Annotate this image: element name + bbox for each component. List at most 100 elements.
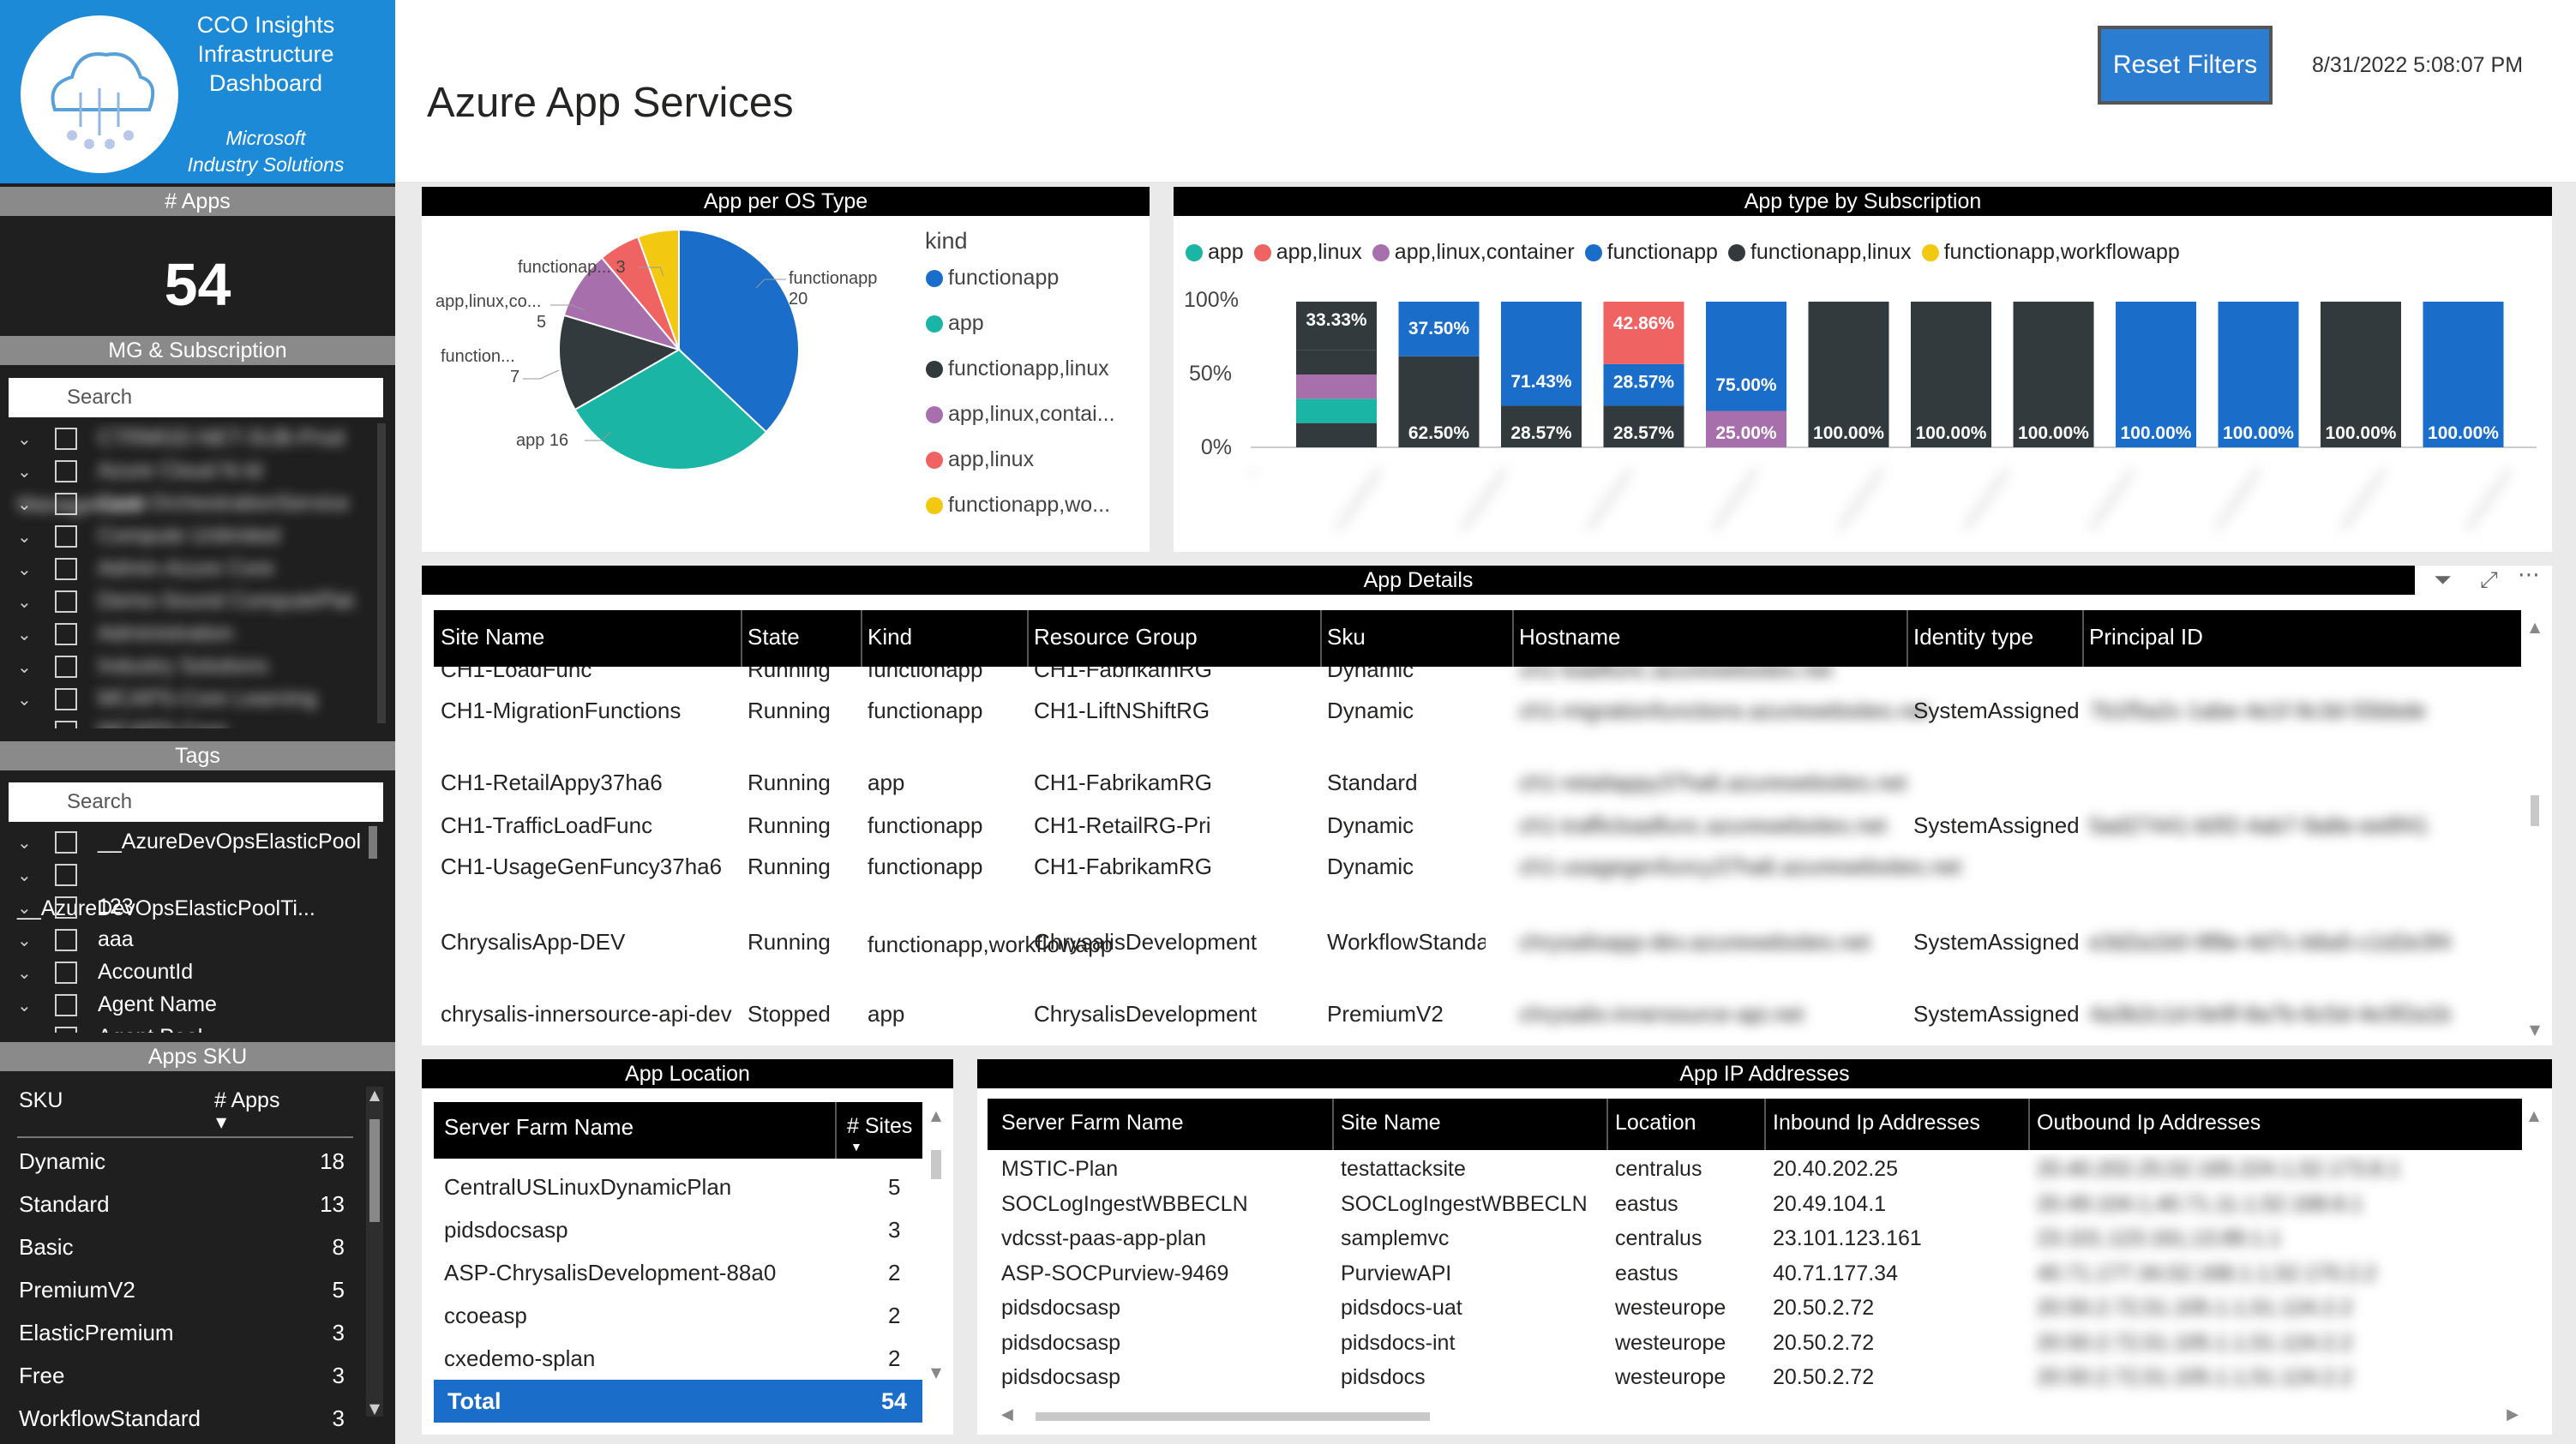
pie-legend-item[interactable]: functionapp xyxy=(926,266,1149,311)
tags-list[interactable]: ⌄ __AzureDevOpsElasticPool ⌄__AzureDevOpsE… xyxy=(0,825,395,1033)
server-farm-col-header[interactable]: Server Farm Name xyxy=(444,1114,633,1141)
tag-item[interactable]: ⌄ Agent Pool xyxy=(17,1021,377,1033)
column-divider[interactable] xyxy=(861,610,862,667)
table-row[interactable]: CH1-MigrationFunctions Running functionapp… xyxy=(422,689,2513,740)
column-divider[interactable] xyxy=(2082,610,2084,667)
chevron-down-icon[interactable]: ⌄ xyxy=(17,586,43,619)
column-header-principal-id[interactable]: Principal ID xyxy=(2089,624,2203,650)
mg-subscription-list[interactable]: ⌄ CTRMGD-NET-SUB-Prod ⌄ Azure Cloud N-Id Ma… xyxy=(0,422,395,728)
mg-subscription-item[interactable]: ⌄ Industry Solutions xyxy=(17,650,377,682)
chevron-down-icon[interactable]: ⌄ xyxy=(17,957,43,990)
table-row[interactable]: pidsdocsasp pidsdocs-int westeurope 20.50.2… xyxy=(977,1327,2520,1362)
sku-row[interactable]: PremiumV2 5 xyxy=(19,1268,345,1311)
mg-subscription-item[interactable]: ⌄ Compute Unlimited xyxy=(17,519,377,552)
column-divider[interactable] xyxy=(1512,610,1514,667)
table-row[interactable]: ccoeasp 2 xyxy=(422,1296,919,1339)
checkbox[interactable] xyxy=(55,1027,77,1033)
column-header-inbound-ip-addresses[interactable]: Inbound Ip Addresses xyxy=(1773,1111,1980,1135)
tag-item[interactable]: ⌄ Agent Name xyxy=(17,988,377,1021)
tag-item[interactable]: ⌄ AccountId xyxy=(17,956,377,988)
column-header-kind[interactable]: Kind xyxy=(868,624,912,650)
column-header-sku[interactable]: Sku xyxy=(1327,624,1366,650)
mg-subscription-item[interactable]: ⌄ Administration xyxy=(17,617,377,650)
details-scrollbar[interactable]: ▲ ▼ xyxy=(2526,619,2543,1039)
table-row[interactable]: ChrysalisApp-DEV Running functionapp,workf… xyxy=(422,920,2513,972)
column-divider[interactable] xyxy=(1606,1099,1608,1150)
mg-search-input[interactable]: Search xyxy=(9,378,383,417)
table-row[interactable]: ASP-SOCPurview-9469 PurviewAPI eastus 40.71… xyxy=(977,1258,2520,1292)
bar-segment[interactable] xyxy=(1296,422,1377,447)
column-header-site-name[interactable]: Site Name xyxy=(441,624,544,650)
checkbox[interactable] xyxy=(55,864,77,887)
table-row[interactable]: pidsdocsasp pidsdocs westeurope 20.50.2.72 2… xyxy=(977,1362,2520,1396)
table-row[interactable]: cxedemo-splan 2 xyxy=(422,1339,919,1381)
sku-row[interactable]: Free 3 xyxy=(19,1354,345,1397)
mg-scrollbar[interactable] xyxy=(377,423,386,723)
sku-row[interactable]: Standard 13 xyxy=(19,1183,345,1225)
chevron-down-icon[interactable]: ⌄ xyxy=(17,456,43,488)
checkbox[interactable] xyxy=(55,721,77,728)
checkbox[interactable] xyxy=(55,623,77,646)
sites-col-header[interactable]: # Sites xyxy=(847,1114,912,1139)
column-divider[interactable] xyxy=(1332,1099,1334,1150)
column-header-identity-type[interactable]: Identity type xyxy=(1913,624,2033,650)
sku-row[interactable]: ElasticPremium 3 xyxy=(19,1311,345,1354)
pie-legend-item[interactable]: app,linux,contai... xyxy=(926,402,1149,447)
column-header-outbound-ip-addresses[interactable]: Outbound Ip Addresses xyxy=(2037,1111,2261,1135)
bar-segment[interactable] xyxy=(1296,350,1377,374)
column-divider[interactable] xyxy=(1027,610,1029,667)
mg-subscription-item[interactable]: ⌄ MCAPS-Core xyxy=(17,715,377,728)
column-header-resource-group[interactable]: Resource Group xyxy=(1034,624,1198,650)
reset-filters-button[interactable]: Reset Filters xyxy=(2098,26,2273,105)
column-header-location[interactable]: Location xyxy=(1615,1111,1696,1135)
checkbox[interactable] xyxy=(55,688,77,711)
checkbox[interactable] xyxy=(55,831,77,854)
column-divider[interactable] xyxy=(741,610,742,667)
checkbox[interactable] xyxy=(55,558,77,581)
table-row[interactable]: CH1-UsageGenFuncy37ha6 Running functionapp… xyxy=(422,845,2513,896)
tag-item[interactable]: ⌄ 123 xyxy=(17,890,377,923)
chevron-down-icon[interactable]: ⌄ xyxy=(17,860,43,892)
checkbox[interactable] xyxy=(55,428,77,451)
column-divider[interactable] xyxy=(2028,1099,2030,1150)
chevron-down-icon[interactable]: ⌄ xyxy=(17,684,43,716)
table-row[interactable]: CentralUSLinuxDynamicPlan 5 xyxy=(422,1167,919,1210)
tags-scrollbar[interactable] xyxy=(369,826,377,859)
chevron-down-icon[interactable]: ⌄ xyxy=(17,488,43,521)
chevron-down-icon[interactable]: ⌄ xyxy=(17,554,43,586)
sku-row[interactable]: Dynamic 18 xyxy=(19,1140,345,1183)
chevron-down-icon[interactable]: ⌄ xyxy=(17,925,43,957)
tag-item[interactable]: ⌄ __AzureDevOpsElasticPool xyxy=(17,825,377,858)
tag-item[interactable]: ⌄ aaa xyxy=(17,923,377,956)
checkbox[interactable] xyxy=(55,525,77,548)
mg-subscription-item[interactable]: ⌄ Demo-Sound ComputePlat xyxy=(17,584,377,617)
chevron-down-icon[interactable]: ⌄ xyxy=(17,1022,43,1033)
column-divider[interactable] xyxy=(1906,610,1908,667)
column-header-site-name[interactable]: Site Name xyxy=(1341,1111,1441,1135)
sku-row[interactable]: Basic 8 xyxy=(19,1225,345,1268)
chevron-down-icon[interactable]: ⌄ xyxy=(17,619,43,651)
chevron-down-icon[interactable]: ⌄ xyxy=(17,990,43,1022)
location-scrollbar[interactable]: ▲ ▼ xyxy=(928,1107,945,1424)
column-header-server-farm-name[interactable]: Server Farm Name xyxy=(1001,1111,1184,1135)
ip-scrollbar[interactable]: ▲ xyxy=(2525,1107,2543,1390)
table-row[interactable]: pidsdocsasp pidsdocs-uat westeurope 20.50.2… xyxy=(977,1292,2520,1327)
table-row[interactable]: pidsdocsasp 3 xyxy=(422,1210,919,1253)
mg-subscription-item[interactable]: ⌄ Admin-Azure Core xyxy=(17,552,377,584)
checkbox[interactable] xyxy=(55,493,77,516)
table-row[interactable]: MSTIC-Plan testattacksite centralus 20.40.2… xyxy=(977,1153,2520,1188)
mg-subscription-item[interactable]: ⌄ Cust-OrchestrationService xyxy=(17,487,377,519)
pie-legend-item[interactable]: functionapp,linux xyxy=(926,357,1149,402)
focus-mode-icon[interactable]: ⤢ xyxy=(2480,567,2498,594)
table-row[interactable]: ASP-ChrysalisDevelopment-88a0 2 xyxy=(422,1253,919,1296)
chevron-down-icon[interactable]: ⌄ xyxy=(17,423,43,456)
more-options-icon[interactable]: ⋯ xyxy=(2518,562,2540,588)
tags-search-input[interactable]: Search xyxy=(9,782,383,822)
checkbox[interactable] xyxy=(55,590,77,614)
chevron-down-icon[interactable]: ⌄ xyxy=(17,521,43,554)
column-header-hostname[interactable]: Hostname xyxy=(1519,624,1621,650)
sku-row[interactable]: WorkflowStandard 3 xyxy=(19,1397,345,1440)
pie-legend-item[interactable]: app,linux xyxy=(926,447,1149,493)
chevron-down-icon[interactable]: ⌄ xyxy=(17,892,43,925)
chevron-down-icon[interactable]: ⌄ xyxy=(17,716,43,728)
